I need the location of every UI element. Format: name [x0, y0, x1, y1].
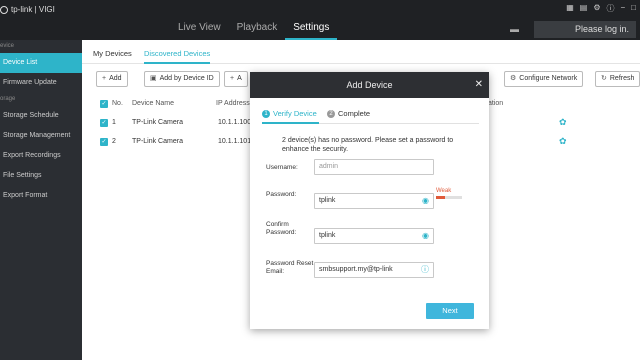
active-step-underline	[262, 122, 319, 124]
eye-icon[interactable]: ◉	[422, 194, 429, 208]
help-icon[interactable]: ⓘ	[421, 263, 429, 277]
login-button[interactable]: Please log in.	[534, 21, 636, 38]
list-icon[interactable]: ▤	[580, 3, 588, 14]
id-card-icon: ▣	[150, 75, 157, 82]
no-password-message: 2 device(s) has no password. Please set …	[282, 137, 454, 153]
password-label: Password:	[266, 191, 297, 198]
confirm-password-value: tplink	[319, 232, 336, 239]
step-complete: 2 Complete	[327, 109, 370, 118]
folder-icon[interactable]: ▬	[510, 24, 519, 34]
password-field[interactable]: tplink ◉	[314, 193, 434, 209]
gear-icon[interactable]: ⚙	[593, 3, 600, 14]
app-logo: tp-link | VIGI	[0, 5, 55, 14]
close-icon[interactable]: ✕	[475, 72, 483, 98]
settings-gear-icon[interactable]: ✿	[559, 136, 567, 147]
select-all-checkbox[interactable]: ✓	[100, 100, 108, 108]
top-bar: tp-link | VIGI Live View Playback Settin…	[0, 0, 640, 40]
add-button[interactable]: + Add	[96, 71, 128, 87]
username-label: Username:	[266, 164, 298, 171]
maximize-icon[interactable]: □	[631, 3, 636, 14]
column-no: No.	[112, 100, 123, 107]
nav-playback[interactable]: Playback	[229, 20, 286, 40]
sidebar-item-storage-management[interactable]: Storage Management	[0, 126, 82, 146]
sidebar-item-file-settings[interactable]: File Settings	[0, 166, 82, 186]
next-button[interactable]: Next	[426, 303, 474, 319]
tab-discovered-devices[interactable]: Discovered Devices	[144, 49, 211, 64]
gear-icon: ⚙	[510, 75, 517, 82]
sidebar-item-storage-schedule[interactable]: Storage Schedule	[0, 106, 82, 126]
device-tabs: My Devices Discovered Devices	[82, 40, 640, 64]
password-strength-label: Weak	[436, 188, 452, 194]
add-by-device-id-button[interactable]: ▣ Add by Device ID	[144, 71, 220, 87]
sidebar-item-firmware-update[interactable]: Firmware Update	[0, 73, 82, 93]
row-no: 1	[112, 119, 116, 126]
column-ip-address: IP Address	[216, 100, 250, 107]
window-controls: ▦ ▤ ⚙ ⓘ − □	[566, 3, 636, 14]
row-checkbox[interactable]: ✓	[100, 119, 108, 127]
configure-network-button[interactable]: ⚙ Configure Network	[504, 71, 584, 87]
plus-icon: +	[230, 75, 235, 82]
confirm-password-field[interactable]: tplink ◉	[314, 228, 434, 244]
logo-text: tp-link | VIGI	[11, 5, 55, 14]
row-no: 2	[112, 138, 116, 145]
refresh-button[interactable]: ↻ Refresh	[595, 71, 640, 87]
password-strength-fill	[436, 196, 446, 199]
nav-settings[interactable]: Settings	[285, 20, 338, 40]
refresh-icon: ↻	[601, 75, 607, 82]
password-value: tplink	[319, 197, 336, 204]
sidebar-section-device: evice	[0, 43, 15, 49]
password-reset-email-label: Password Reset Email:	[266, 260, 314, 275]
row-device-name: TP-Link Camera	[132, 119, 183, 126]
settings-gear-icon[interactable]: ✿	[559, 117, 567, 128]
row-checkbox[interactable]: ✓	[100, 138, 108, 146]
column-device-name: Device Name	[132, 100, 175, 107]
password-strength-meter	[436, 196, 462, 199]
nav-live-view[interactable]: Live View	[170, 20, 229, 40]
minimize-icon[interactable]: −	[620, 3, 625, 14]
grid-icon[interactable]: ▦	[566, 3, 574, 14]
sidebar-item-export-format[interactable]: Export Format	[0, 186, 82, 206]
sidebar-section-storage: orage	[0, 96, 16, 102]
plus-icon: +	[102, 75, 107, 82]
dialog-title: Add Device	[250, 72, 489, 98]
tab-my-devices[interactable]: My Devices	[93, 49, 132, 58]
top-navigation: Live View Playback Settings	[170, 20, 338, 40]
sidebar-item-device-list[interactable]: Device List	[0, 53, 82, 73]
confirm-password-label: Confirm Password:	[266, 221, 297, 236]
step-verify-device: 1 Verify Device	[262, 109, 317, 118]
sidebar: evice Device List Firmware Update orage …	[0, 40, 82, 360]
tp-link-logo-icon	[0, 5, 8, 14]
add-device-dialog: Add Device ✕ 1 Verify Device 2 Complete …	[250, 72, 489, 329]
password-reset-email-field[interactable]: smbsupport.my@tp-link ⓘ	[314, 262, 434, 278]
eye-icon[interactable]: ◉	[422, 229, 429, 243]
column-operation: ation	[488, 100, 504, 107]
add-more-button[interactable]: + A	[224, 71, 248, 87]
sidebar-item-export-recordings[interactable]: Export Recordings	[0, 146, 82, 166]
info-icon[interactable]: ⓘ	[606, 3, 614, 14]
row-ip: 10.1.1.100	[218, 119, 252, 126]
row-ip: 10.1.1.101	[218, 138, 252, 145]
row-device-name: TP-Link Camera	[132, 138, 183, 145]
username-field[interactable]: admin	[314, 159, 434, 175]
email-value: smbsupport.my@tp-link	[319, 266, 393, 273]
